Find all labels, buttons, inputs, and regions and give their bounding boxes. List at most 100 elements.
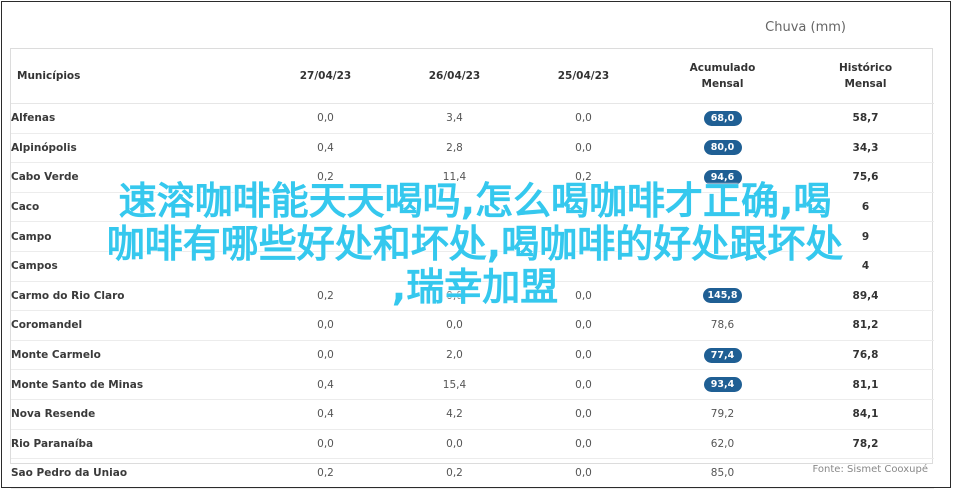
cell-d26: 2,0: [390, 340, 519, 371]
cell-d27: 0,0: [261, 340, 390, 371]
cell-municipio: Rio Paranaíba: [11, 429, 261, 460]
cell-municipio: Nova Resende: [11, 399, 261, 430]
cell-acumulado: 79,2: [648, 399, 797, 430]
cell-d26: [390, 221, 519, 252]
cell-d25: 0,0: [519, 133, 648, 164]
cell-d25: 0,2: [519, 162, 648, 193]
acumulado-badge: 80,0: [703, 140, 742, 156]
cell-d27: 0,4: [261, 133, 390, 164]
column-header-label: 27/04/23: [299, 70, 352, 82]
cell-municipio: Campo: [11, 221, 261, 252]
cell-acumulado: 80,0: [648, 133, 797, 164]
cell-acumulado: 78,6: [648, 310, 797, 341]
table-row: Rio Paranaíba 0,0 0,0 0,0 62,0 78,2: [11, 429, 934, 460]
column-header: 27/04/23: [261, 49, 390, 104]
table-row: Monte Santo de Minas 0,4 15,4 0,0 93,4 81,1: [11, 369, 934, 400]
cell-historico: 81,1: [797, 369, 934, 400]
cell-d25: [519, 192, 648, 223]
acumulado-badge: 93,4: [703, 377, 742, 393]
source-note: Fonte: Sismet Cooxupé: [812, 464, 928, 475]
cell-d27: [261, 221, 390, 252]
cell-d27: 0,2: [261, 281, 390, 312]
cell-d26: 0,0: [390, 281, 519, 312]
acumulado-badge: 145,8: [703, 288, 742, 304]
cell-municipio: Coromandel: [11, 310, 261, 341]
cell-historico: 58,7: [797, 103, 934, 134]
acumulado-badge: 68,0: [703, 110, 742, 126]
rainfall-table-container: Municípios 27/04/23 26/04/23 25/04/23 Acumul…: [10, 48, 934, 489]
acumulado-badge: 77,4: [703, 347, 742, 363]
cell-d26: 0,0: [390, 429, 519, 460]
cell-d26: 15,4: [390, 369, 519, 400]
cell-d25: [519, 251, 648, 282]
cell-d26: 11,4: [390, 162, 519, 193]
cell-municipio: Campos: [11, 251, 261, 282]
column-header: Acumulado Mensal: [648, 49, 797, 104]
chuva-header: Chuva (mm): [765, 20, 846, 35]
cell-d27: [261, 192, 390, 223]
cell-acumulado: 68,0: [648, 103, 797, 134]
cell-acumulado: [648, 251, 797, 282]
cell-acumulado: 145,8: [648, 281, 797, 312]
cell-d25: 0,0: [519, 281, 648, 312]
cell-historico: 6: [797, 192, 934, 223]
column-header-label: 26/04/23: [428, 70, 481, 82]
table-row: Nova Resende 0,4 4,2 0,0 79,2 84,1: [11, 399, 934, 430]
cell-d27: 0,4: [261, 369, 390, 400]
cell-d27: 0,0: [261, 103, 390, 134]
column-header-label: Histórico: [838, 62, 893, 74]
cell-d27: 0,2: [261, 458, 390, 489]
column-header-label: 25/04/23: [557, 70, 610, 82]
cell-d25: 0,0: [519, 103, 648, 134]
cell-d25: 0,0: [519, 399, 648, 430]
cell-historico: 75,6: [797, 162, 934, 193]
cell-acumulado: [648, 221, 797, 252]
column-header-label: Mensal: [844, 78, 887, 90]
cell-historico: 34,3: [797, 133, 934, 164]
cell-d27: 0,0: [261, 429, 390, 460]
cell-acumulado: 77,4: [648, 340, 797, 371]
column-header: Histórico Mensal: [797, 49, 934, 104]
cell-d26: 0,0: [390, 310, 519, 341]
cell-municipio: Cabo Verde: [11, 162, 261, 193]
column-header-label: Acumulado: [689, 62, 756, 74]
table-row: Sao Pedro da Uniao 0,2 0,2 0,0 85,0: [11, 458, 934, 489]
table-row: Campo 9: [11, 221, 934, 252]
cell-acumulado: 94,6: [648, 162, 797, 193]
document-frame: Chuva (mm) Municípios 27/04/23 26/04/23 25/…: [1, 1, 951, 489]
cell-historico: 89,4: [797, 281, 934, 312]
table-row: Campos 4: [11, 251, 934, 282]
column-header-label: Mensal: [701, 78, 744, 90]
cell-acumulado: 93,4: [648, 369, 797, 400]
table-header-row: Municípios 27/04/23 26/04/23 25/04/23 Acumul…: [11, 49, 934, 104]
table-row: Caco 6: [11, 192, 934, 223]
table-row: Carmo do Rio Claro 0,2 0,0 0,0 145,8 89,4: [11, 281, 934, 312]
cell-historico: 84,1: [797, 399, 934, 430]
cell-municipio: Alfenas: [11, 103, 261, 134]
cell-acumulado: [648, 192, 797, 223]
cell-d27: 0,2: [261, 162, 390, 193]
cell-d25: 0,0: [519, 458, 648, 489]
cell-historico: 78,2: [797, 429, 934, 460]
column-header-label: Municípios: [17, 70, 81, 82]
table-row: Cabo Verde 0,2 11,4 0,2 94,6 75,6: [11, 162, 934, 193]
cell-d25: 0,0: [519, 340, 648, 371]
cell-d26: 0,2: [390, 458, 519, 489]
cell-d27: 0,0: [261, 310, 390, 341]
cell-historico: 76,8: [797, 340, 934, 371]
cell-municipio: Alpinópolis: [11, 133, 261, 164]
cell-municipio: Carmo do Rio Claro: [11, 281, 261, 312]
column-header: 25/04/23: [519, 49, 648, 104]
cell-d25: [519, 221, 648, 252]
cell-d25: 0,0: [519, 310, 648, 341]
cell-d25: 0,0: [519, 369, 648, 400]
cell-municipio: Caco: [11, 192, 261, 223]
rainfall-table: Municípios 27/04/23 26/04/23 25/04/23 Acumul…: [11, 49, 934, 489]
cell-d26: [390, 251, 519, 282]
cell-historico: 9: [797, 221, 934, 252]
table-row: Monte Carmelo 0,0 2,0 0,0 77,4 76,8: [11, 340, 934, 371]
column-header: Municípios: [11, 49, 261, 104]
cell-d27: 0,4: [261, 399, 390, 430]
cell-d25: 0,0: [519, 429, 648, 460]
acumulado-badge: 94,6: [703, 169, 742, 185]
